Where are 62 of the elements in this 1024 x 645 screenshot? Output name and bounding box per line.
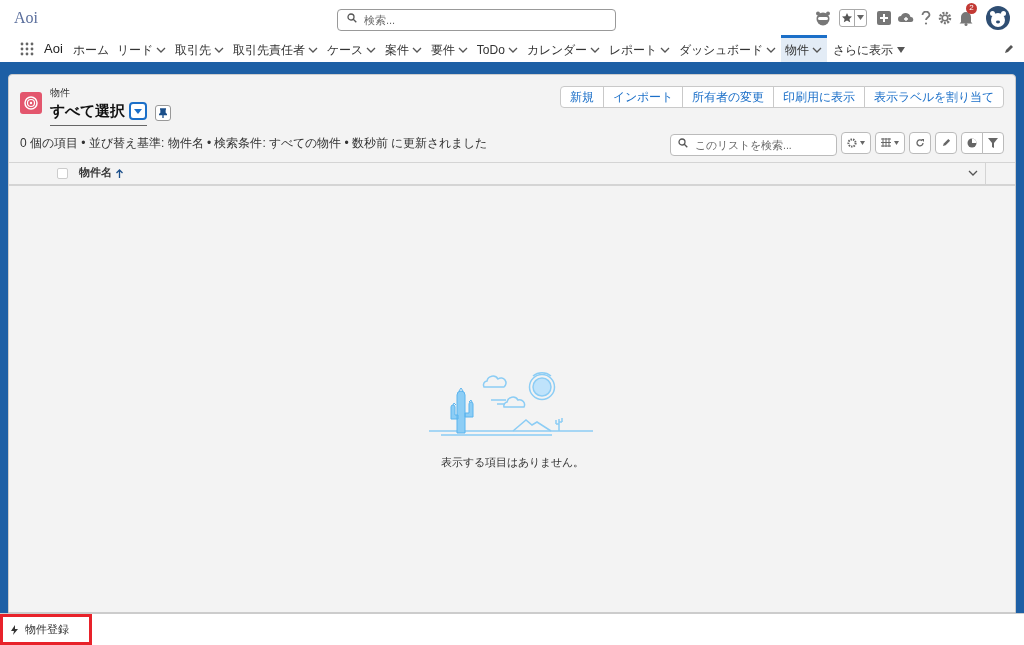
- caret-down-icon: [134, 108, 142, 114]
- utility-bar-item[interactable]: 物件登録: [0, 614, 92, 645]
- favorites-button[interactable]: [839, 8, 867, 27]
- org-name: Aoi: [14, 7, 38, 28]
- pencil-icon: [941, 138, 951, 147]
- more-tab[interactable]: さらに表示: [826, 35, 911, 62]
- notification-badge: 2: [966, 2, 977, 14]
- nav-tab[interactable]: ホーム: [68, 35, 113, 62]
- filter-button[interactable]: [982, 131, 1004, 154]
- avatar-icon[interactable]: [986, 5, 1010, 30]
- nav-tab[interactable]: レポート: [604, 35, 675, 62]
- action-button[interactable]: 印刷用に表示: [773, 86, 865, 108]
- edit-button[interactable]: [935, 131, 957, 154]
- column-header[interactable]: 物件名: [79, 165, 967, 181]
- action-button[interactable]: 所有者の変更: [682, 86, 774, 108]
- select-all-checkbox[interactable]: [57, 167, 68, 179]
- empty-state-message: 表示する項目はありません。: [440, 454, 584, 470]
- app-name: Aoi: [44, 39, 63, 58]
- nav-tab[interactable]: 要件: [426, 35, 473, 62]
- table-view-button[interactable]: [875, 131, 905, 154]
- notification-bell-icon[interactable]: [959, 9, 973, 26]
- settings-icon[interactable]: [938, 10, 952, 25]
- object-label: 物件: [50, 86, 71, 100]
- filter-icon: [988, 137, 998, 148]
- list-status-text: 0 個の項目 • 並び替え基準: 物件名 • 検索条件: すべての物件 • 数秒前 に更新されました: [20, 134, 488, 152]
- grid-icon: [881, 138, 891, 147]
- pin-button[interactable]: [155, 104, 171, 121]
- caret-down-icon: [857, 15, 864, 20]
- nav-tab[interactable]: リード: [112, 35, 171, 62]
- settings-icon: [847, 137, 857, 148]
- nav-tab[interactable]: 案件: [380, 35, 427, 62]
- lightning-bolt-icon: [11, 624, 18, 635]
- action-button[interactable]: インポート: [603, 86, 683, 108]
- nav-tab[interactable]: カレンダー: [522, 35, 605, 62]
- pin-icon: [159, 107, 167, 118]
- caret-down-icon: [896, 47, 905, 53]
- chart-button[interactable]: [961, 131, 983, 154]
- nav-tab[interactable]: ダッシュボード: [674, 35, 781, 62]
- cloud-icon[interactable]: [898, 10, 914, 25]
- list-view-name: すべて選択: [50, 101, 125, 121]
- search-field[interactable]: 検索...: [337, 9, 616, 31]
- list-search-field[interactable]: このリストを検索...: [670, 133, 837, 156]
- pie-chart-icon: [967, 137, 977, 148]
- action-button[interactable]: 新規: [560, 86, 604, 108]
- refresh-icon: [915, 137, 925, 148]
- search-icon: [678, 137, 688, 148]
- nav-tab[interactable]: 取引先: [170, 35, 229, 62]
- list-view-dropdown-button[interactable]: [129, 102, 147, 121]
- plus-icon[interactable]: [877, 10, 891, 25]
- nav-tab[interactable]: 物件: [780, 35, 827, 62]
- nav-tab[interactable]: 取引先責任者: [228, 35, 323, 62]
- refresh-button[interactable]: [909, 131, 931, 154]
- object-icon: [20, 92, 42, 114]
- action-button[interactable]: 表示ラベルを割り当て: [864, 86, 1004, 108]
- mascot-icon[interactable]: [814, 9, 832, 26]
- settings-menu-button[interactable]: [841, 131, 871, 154]
- nav-tab[interactable]: ケース: [322, 35, 381, 62]
- search-icon: [347, 13, 357, 23]
- help-icon[interactable]: [921, 10, 931, 25]
- caret-down-icon: [860, 140, 865, 145]
- caret-down-icon: [894, 140, 899, 145]
- nav-tab[interactable]: ToDo: [472, 35, 523, 62]
